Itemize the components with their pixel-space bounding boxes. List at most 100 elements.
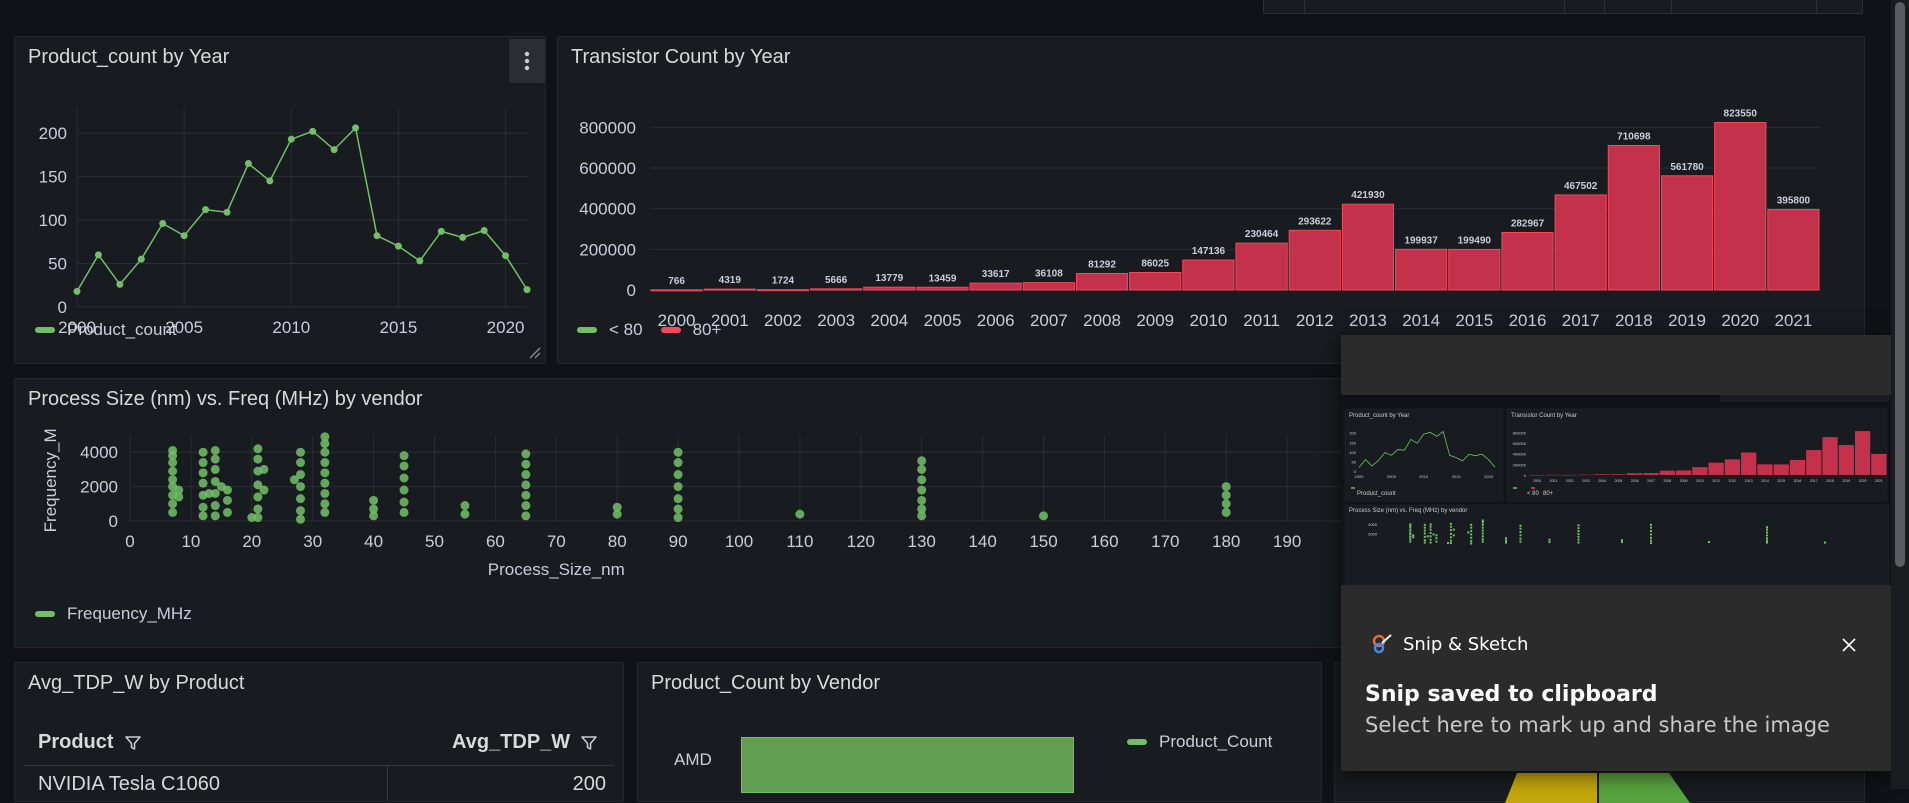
scrollbar-thumb[interactable]: [1895, 2, 1905, 567]
x-tick-label: 40: [364, 532, 383, 551]
data-point: [223, 208, 231, 216]
preview-point: [1519, 531, 1522, 533]
series-line: [76, 126, 528, 292]
filter-icon[interactable]: [124, 734, 142, 752]
x-tick-label: 20: [242, 532, 261, 551]
panel-title: Product_Count by Vendor: [651, 672, 881, 694]
data-label: 33617: [982, 269, 1010, 280]
legend-item[interactable]: < 80: [577, 320, 643, 340]
preview-text: Product_count by Year: [1349, 413, 1410, 419]
toast-close-button[interactable]: [1836, 632, 1862, 658]
data-label: 5666: [825, 275, 848, 286]
x-tick-label: 50: [425, 532, 444, 551]
snip-preview-thumbnail[interactable]: 200 150 100 50 0 2000 2005 2010 2015 2020 800000 6…: [1341, 395, 1891, 585]
panel-product-count: Product_count by Year 0 50 100 150 200 2000 20…: [14, 36, 546, 364]
preview-point: [1412, 534, 1415, 537]
preview-point: [1481, 526, 1484, 529]
page-scrollbar[interactable]: [1891, 0, 1909, 789]
x-tick-label: 2002: [764, 311, 802, 330]
table-row[interactable]: NVIDIA Tesla C1060 200: [24, 773, 614, 801]
data-point: [521, 470, 531, 480]
y-tick-label: 100: [39, 211, 67, 230]
preview-tick-label: 2004: [1598, 479, 1606, 483]
preview-point: [1429, 541, 1432, 544]
data-point: [1221, 482, 1231, 492]
preview-tick-label: 2020: [1859, 479, 1867, 483]
legend-label: < 80: [609, 320, 643, 339]
preview-point: [1435, 537, 1438, 540]
preview-tick-label: 2014: [1761, 479, 1769, 483]
data-label: 199937: [1404, 235, 1438, 246]
legend[interactable]: Product_Count: [1127, 732, 1272, 752]
toolbar-control-group-a[interactable]: [1263, 0, 1735, 14]
preview-point: [1412, 536, 1415, 539]
preview-tick-label: 2001: [1550, 479, 1558, 483]
column-header-avg-tdp[interactable]: Avg_TDP_W: [452, 731, 598, 754]
data-point: [399, 451, 409, 461]
data-label: 36108: [1035, 269, 1063, 280]
data-point: [320, 447, 330, 457]
preview-point: [1423, 541, 1426, 544]
preview-image: 2001501005002000 2005 2010 2015 2020 8000006…: [1341, 395, 1891, 585]
x-tick-label: 2012: [1296, 311, 1334, 330]
preview-tick-label: 2012: [1729, 479, 1737, 483]
data-point: [917, 511, 927, 521]
legend[interactable]: < 80 80+: [577, 320, 739, 340]
preview-point: [1426, 535, 1429, 538]
legend[interactable]: Product_count: [35, 320, 177, 340]
data-point: [180, 232, 188, 240]
x-tick-label: 70: [547, 532, 566, 551]
data-point: [459, 233, 467, 241]
preview-point: [1470, 523, 1473, 526]
preview-bar: [1724, 459, 1741, 475]
x-tick-label: 2007: [1030, 311, 1068, 330]
x-tick-label: 2003: [817, 311, 855, 330]
data-point: [159, 220, 167, 228]
data-point: [330, 146, 338, 154]
data-point: [198, 468, 208, 478]
preview-point: [1429, 523, 1432, 526]
data-point: [222, 507, 232, 517]
x-tick-label: 60: [486, 532, 505, 551]
preview-point: [1577, 530, 1580, 533]
preview-point: [1449, 542, 1452, 545]
data-point: [210, 464, 220, 474]
preview-tick-label: 2008: [1663, 479, 1671, 483]
legend[interactable]: Frequency_MHz: [35, 604, 192, 624]
x-tick-label: 10: [181, 532, 200, 551]
column-header-product[interactable]: Product: [38, 731, 142, 754]
preview-point: [1429, 538, 1432, 541]
preview-point: [1409, 535, 1412, 538]
preview-tick-label: 2017: [1810, 479, 1818, 483]
bar: [1235, 242, 1288, 291]
preview-point: [1481, 521, 1484, 524]
snip-toast[interactable]: 200 150 100 50 0 2000 2005 2010 2015 2020 800000 6…: [1341, 335, 1891, 771]
preview-tick-label: 2006: [1631, 479, 1639, 483]
data-point: [795, 509, 805, 519]
data-point: [1221, 490, 1231, 500]
data-point: [369, 511, 379, 521]
panel-menu-button[interactable]: [509, 39, 545, 83]
preview-point: [1452, 534, 1455, 537]
data-point: [917, 475, 927, 485]
preview-point: [1548, 538, 1551, 541]
filter-icon[interactable]: [580, 734, 598, 752]
toolbar-control-group-b[interactable]: [1671, 0, 1863, 14]
bar: [1395, 248, 1448, 291]
data-point: [521, 480, 531, 490]
legend-label: Product_Count: [1159, 732, 1273, 751]
data-point: [210, 501, 220, 511]
preview-point: [1577, 538, 1580, 541]
x-tick-label: 30: [303, 532, 322, 551]
preview-tick-label: 2020: [1484, 474, 1494, 479]
x-tick-label: 2013: [1349, 311, 1387, 330]
resize-handle-icon[interactable]: [529, 347, 541, 359]
data-point: [369, 495, 379, 505]
preview-point: [1650, 539, 1652, 542]
data-point: [222, 495, 232, 505]
bar: [1448, 248, 1501, 291]
preview-point: [1423, 532, 1426, 535]
x-tick-label: 2021: [1774, 311, 1812, 330]
legend-item[interactable]: 80+: [660, 320, 721, 340]
data-point: [266, 177, 274, 185]
